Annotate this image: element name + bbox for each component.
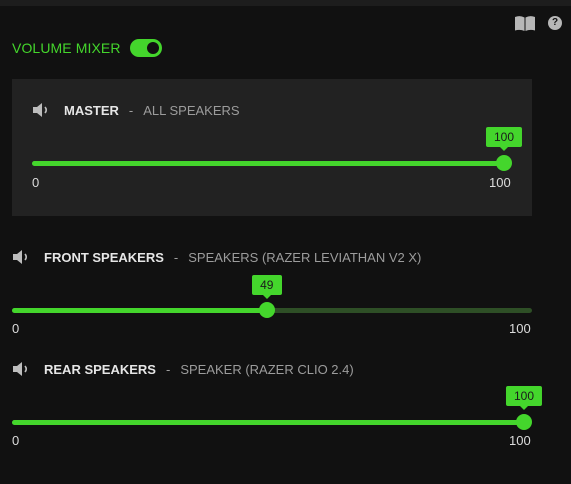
slider-fill (32, 161, 504, 166)
separator: - (165, 361, 171, 377)
device-name: ALL SPEAKERS (143, 102, 240, 118)
channel-name: FRONT SPEAKERS (44, 249, 164, 265)
slider-thumb[interactable] (516, 414, 532, 430)
master-volume-slider[interactable]: 100 (32, 127, 523, 172)
device-name: SPEAKERS (RAZER LEVIATHAN V2 X) (188, 249, 422, 265)
speaker-icon[interactable] (32, 102, 52, 118)
slider-thumb[interactable] (258, 302, 275, 318)
book-icon[interactable] (514, 15, 536, 32)
front-speakers-volume-slider[interactable]: 49 (12, 275, 532, 319)
speaker-icon[interactable] (12, 361, 32, 377)
speaker-icon[interactable] (12, 249, 32, 265)
slider-value-tooltip: 100 (505, 386, 543, 410)
slider-min-label: 0 (12, 433, 20, 448)
channel-name: MASTER (64, 102, 119, 118)
slider-value-tooltip: 100 (485, 127, 523, 151)
master-panel (12, 79, 532, 216)
volume-mixer-title: VOLUME MIXER (12, 40, 121, 56)
slider-max-label: 100 (509, 433, 531, 448)
separator: - (128, 102, 134, 118)
device-name: SPEAKER (RAZER CLIO 2.4) (180, 361, 354, 377)
toggle-knob (147, 42, 159, 54)
front-speakers-header: FRONT SPEAKERS - SPEAKERS (RAZER LEVIATH… (12, 249, 421, 265)
slider-min-label: 0 (12, 321, 20, 336)
rear-speakers-header: REAR SPEAKERS - SPEAKER (RAZER CLIO 2.4) (12, 361, 354, 377)
slider-value-tooltip: 49 (251, 275, 282, 299)
help-icon[interactable]: ? (548, 16, 562, 30)
volume-mixer-toggle[interactable] (130, 39, 162, 57)
slider-fill (12, 308, 267, 313)
separator: - (173, 249, 179, 265)
rear-speakers-volume-slider[interactable]: 100 (12, 386, 543, 431)
slider-min-label: 0 (32, 175, 40, 190)
master-header: MASTER - ALL SPEAKERS (32, 102, 240, 118)
slider-max-label: 100 (509, 321, 531, 336)
top-bar (0, 0, 571, 6)
slider-fill (12, 420, 524, 425)
slider-thumb[interactable] (496, 155, 512, 171)
slider-max-label: 100 (489, 175, 511, 190)
channel-name: REAR SPEAKERS (44, 361, 156, 377)
